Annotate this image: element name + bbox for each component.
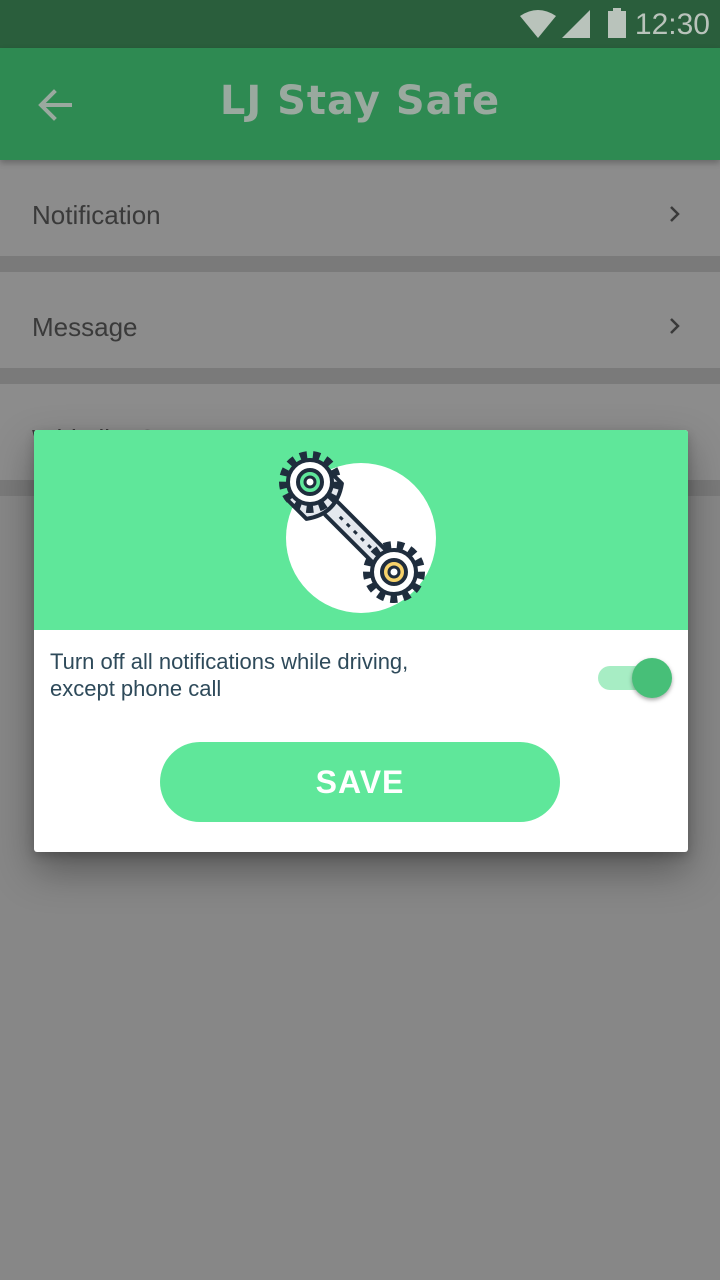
app-bar: LJ Stay Safe (0, 48, 720, 160)
status-time: 12:30 (634, 8, 710, 41)
toggle-thumb (632, 658, 672, 698)
settings-item-label: Notification (32, 200, 161, 230)
dialog-header (34, 430, 688, 630)
driving-notification-toggle[interactable] (596, 656, 674, 700)
option-text-line1: Turn off all notifications while driving… (50, 649, 409, 674)
signal-icon (562, 10, 590, 38)
battery-icon (608, 8, 626, 38)
wrench-gears-icon (279, 451, 436, 613)
status-bar: 12:30 (0, 0, 720, 48)
settings-dialog: Turn off all notifications while driving… (34, 430, 688, 852)
driving-notification-option-text: Turn off all notifications while driving… (50, 648, 550, 702)
settings-item-label: Message (32, 312, 138, 342)
chevron-right-icon (670, 318, 680, 334)
settings-item-message[interactable]: Message (0, 272, 720, 384)
chevron-right-icon (670, 206, 680, 222)
wifi-icon (520, 10, 556, 38)
app-title: LJ Stay Safe (219, 78, 501, 124)
save-button[interactable]: SAVE (160, 742, 560, 822)
settings-item-notification[interactable]: Notification (0, 160, 720, 272)
option-text-line2: except phone call (50, 676, 222, 701)
